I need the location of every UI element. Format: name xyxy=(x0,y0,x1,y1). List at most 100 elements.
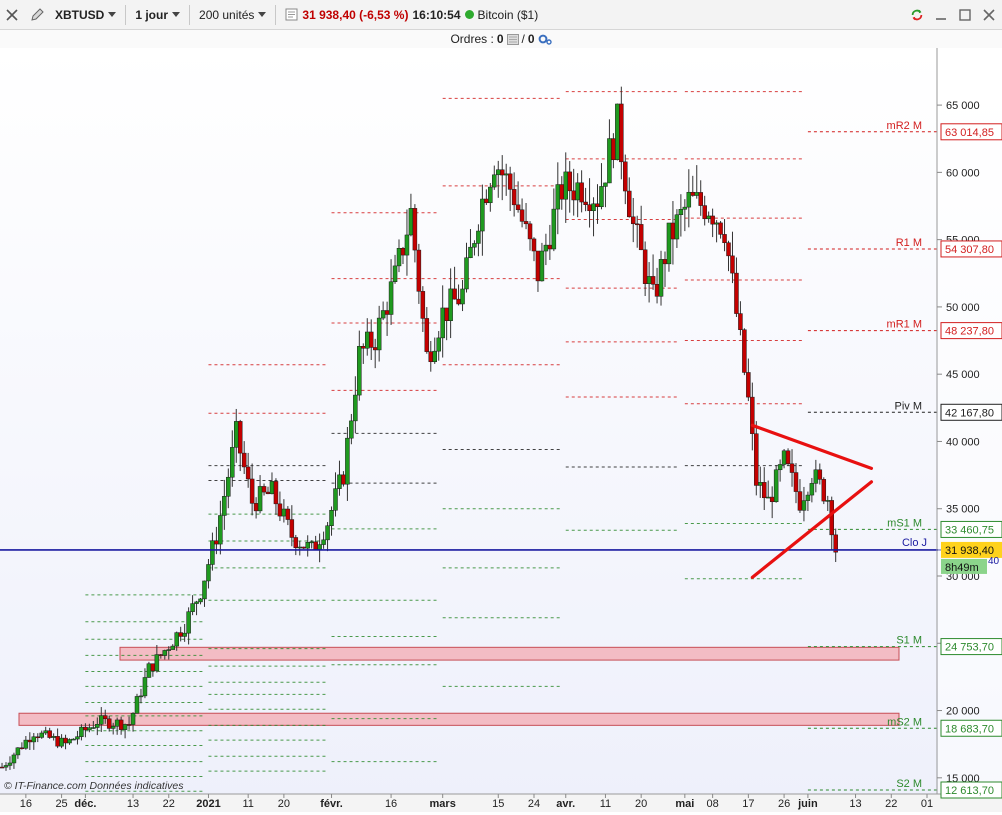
info-panel-icon xyxy=(285,8,298,21)
settings-gear-icon[interactable] xyxy=(538,33,552,45)
candle-body xyxy=(47,730,52,738)
candle xyxy=(361,343,366,364)
y-tick-label: 45 000 xyxy=(946,369,980,381)
chart-canvas[interactable]: 15 00020 00025 00030 00035 00040 00045 0… xyxy=(0,48,1002,812)
candle xyxy=(821,477,827,505)
candle xyxy=(19,742,25,750)
candle xyxy=(329,506,334,536)
resistance-zone-upper xyxy=(119,646,900,661)
candle-body xyxy=(59,737,64,747)
candle-body xyxy=(436,337,441,352)
candle-body xyxy=(468,246,473,259)
candle-body xyxy=(821,479,827,502)
maximize-button[interactable] xyxy=(958,8,972,22)
candle xyxy=(686,169,692,228)
candle xyxy=(563,152,568,223)
candle-body xyxy=(182,632,187,637)
triangle-resistance-line xyxy=(750,423,874,470)
candle-body xyxy=(261,486,267,493)
candle-body xyxy=(317,544,322,550)
candle-body xyxy=(591,203,596,212)
orders-list-icon[interactable] xyxy=(506,33,519,45)
candle-body xyxy=(214,540,219,545)
candle-body xyxy=(325,525,330,541)
candle xyxy=(754,421,759,496)
candle xyxy=(662,251,668,287)
candle-body xyxy=(571,190,576,201)
candle-body xyxy=(579,182,584,203)
x-tick-label: 24 xyxy=(528,798,540,810)
candle-body xyxy=(654,284,660,297)
candle-body xyxy=(237,421,243,454)
candle-body xyxy=(623,161,628,192)
candle xyxy=(222,479,227,530)
candle-body xyxy=(162,650,168,656)
candle-body xyxy=(742,329,747,373)
candle xyxy=(722,219,727,252)
candle xyxy=(519,198,525,228)
candle-body xyxy=(670,222,676,240)
candle-body xyxy=(3,765,9,768)
candle xyxy=(682,199,688,232)
candle xyxy=(805,491,811,512)
candle-body xyxy=(678,209,684,215)
candle-body xyxy=(765,496,771,499)
candle xyxy=(746,358,751,402)
candle-body xyxy=(797,491,803,511)
candle-body xyxy=(349,420,354,439)
candle-body xyxy=(241,452,247,468)
candle xyxy=(511,172,517,217)
candle xyxy=(607,119,612,184)
candle-body xyxy=(420,291,426,319)
candle xyxy=(615,103,620,161)
level-mR1-label: mR1 M xyxy=(887,319,922,331)
candle xyxy=(440,285,445,358)
symbol-label: XBTUSD xyxy=(55,7,105,22)
x-tick-label: 20 xyxy=(278,798,290,810)
candle xyxy=(583,187,588,212)
window-close-button[interactable] xyxy=(982,8,996,22)
candle-body xyxy=(281,508,287,517)
close-icon xyxy=(983,8,995,21)
units-dropdown[interactable]: 200 unités xyxy=(194,4,271,26)
candle xyxy=(59,734,64,749)
candle-body xyxy=(503,173,509,176)
x-tick-label: 15 xyxy=(492,798,504,810)
candle-body xyxy=(83,726,88,731)
timeframe-label: 1 jour xyxy=(135,7,169,22)
chart-type-button[interactable] xyxy=(24,4,50,26)
minimize-button[interactable] xyxy=(934,8,948,22)
candle xyxy=(833,528,838,563)
maximize-icon xyxy=(959,8,971,21)
candle xyxy=(452,266,457,300)
candle xyxy=(460,280,465,312)
candle-body xyxy=(825,500,831,502)
candle xyxy=(150,663,156,677)
candle-body xyxy=(166,649,172,651)
countdown-value: 8h49m xyxy=(945,562,979,574)
level-S1-value: 24 753,70 xyxy=(945,642,994,654)
candle xyxy=(627,177,632,218)
candle-body xyxy=(67,739,72,744)
candle xyxy=(551,188,557,252)
price-chart[interactable]: 15 00020 00025 00030 00035 00040 00045 0… xyxy=(0,48,1002,812)
symbol-dropdown[interactable]: XBTUSD xyxy=(50,4,121,26)
chevron-down-icon xyxy=(108,12,117,17)
level-mS2-label: mS2 M xyxy=(887,716,922,728)
candle-body xyxy=(611,138,616,161)
candle-body xyxy=(690,191,696,196)
x-tick-label: 11 xyxy=(600,798,611,810)
candle-body xyxy=(694,192,699,196)
candle xyxy=(396,239,402,273)
candle-body xyxy=(615,103,620,161)
candle-body xyxy=(805,494,811,501)
timeframe-dropdown[interactable]: 1 jour xyxy=(130,4,185,26)
close-tab-button[interactable] xyxy=(0,4,24,26)
refresh-button[interactable] xyxy=(910,8,924,22)
level-R1-value: 54 307,80 xyxy=(945,244,994,256)
candle xyxy=(51,733,56,741)
candle-body xyxy=(174,632,179,647)
candle xyxy=(619,86,624,180)
candle-body xyxy=(559,184,565,200)
candle xyxy=(603,182,608,208)
